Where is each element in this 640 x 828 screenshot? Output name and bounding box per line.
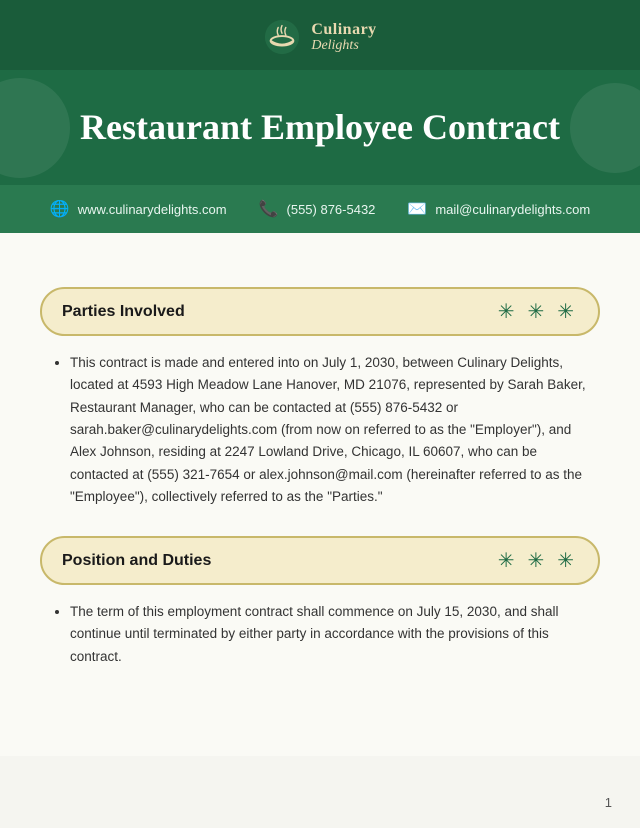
hero-title: Restaurant Employee Contract <box>60 106 580 149</box>
section-parties-body: This contract is made and entered into o… <box>40 352 600 508</box>
section-position-title: Position and Duties <box>62 552 211 570</box>
email-icon: ✉️ <box>407 199 427 219</box>
header-bar: Culinary Delights <box>0 0 640 70</box>
phone-icon: 📞 <box>259 199 279 219</box>
email-text: mail@culinarydelights.com <box>435 202 590 217</box>
main-content: Parties Involved ✳ ✳ ✳ This contract is … <box>0 257 640 756</box>
section-parties-stars: ✳ ✳ ✳ <box>498 299 578 324</box>
section-position-header: Position and Duties ✳ ✳ ✳ <box>40 536 600 585</box>
section-parties: Parties Involved ✳ ✳ ✳ This contract is … <box>40 287 600 508</box>
spacer <box>0 233 640 257</box>
parties-text: This contract is made and entered into o… <box>70 352 590 508</box>
contact-website: 🌐 www.culinarydelights.com <box>50 199 227 219</box>
section-position-stars: ✳ ✳ ✳ <box>498 548 578 573</box>
phone-text: (555) 876-5432 <box>287 202 376 217</box>
logo-icon <box>263 18 301 56</box>
section-position-body: The term of this employment contract sha… <box>40 601 600 668</box>
hero-section: Restaurant Employee Contract <box>0 70 640 185</box>
contact-bar: 🌐 www.culinarydelights.com 📞 (555) 876-5… <box>0 185 640 233</box>
contact-phone: 📞 (555) 876-5432 <box>259 199 376 219</box>
contact-email: ✉️ mail@culinarydelights.com <box>407 199 590 219</box>
brand-sub: Delights <box>311 38 376 53</box>
page-number: 1 <box>605 795 612 810</box>
brand-main: Culinary <box>311 21 376 39</box>
section-position: Position and Duties ✳ ✳ ✳ The term of th… <box>40 536 600 668</box>
section-parties-title: Parties Involved <box>62 303 185 321</box>
section-parties-header: Parties Involved ✳ ✳ ✳ <box>40 287 600 336</box>
hero-circle-right <box>570 83 640 173</box>
position-text: The term of this employment contract sha… <box>70 601 590 668</box>
globe-icon: 🌐 <box>50 199 70 219</box>
logo-text: Culinary Delights <box>311 21 376 54</box>
website-text: www.culinarydelights.com <box>78 202 227 217</box>
